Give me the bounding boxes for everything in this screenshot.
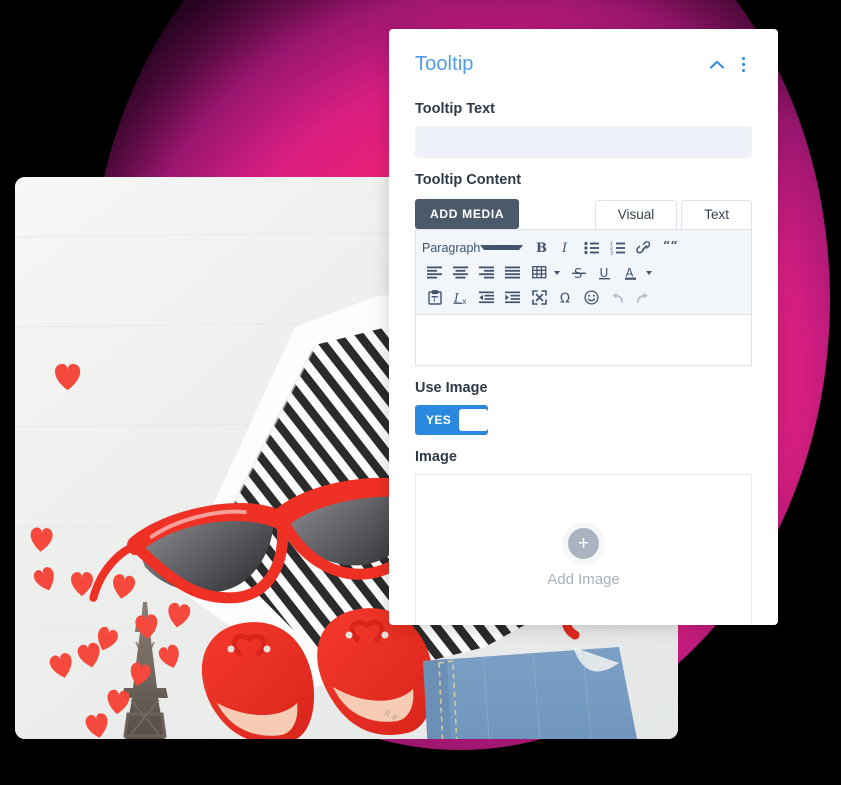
- use-image-toggle-value: YES: [426, 413, 452, 427]
- use-image-label: Use Image: [415, 380, 488, 396]
- fullscreen-icon[interactable]: [526, 286, 552, 310]
- kebab-dots: [741, 56, 745, 72]
- paste-as-text-icon[interactable]: T: [422, 286, 448, 310]
- align-center-icon[interactable]: [448, 261, 474, 285]
- undo-icon[interactable]: [604, 286, 630, 310]
- toolbar-row-3: T I x Ω: [422, 285, 745, 310]
- outdent-icon[interactable]: [474, 286, 500, 310]
- toolbar-row-1: Paragraph B I 1 2 3 ““: [422, 235, 745, 260]
- svg-text:3: 3: [610, 250, 613, 254]
- numbered-list-icon[interactable]: 1 2 3: [605, 236, 631, 260]
- use-image-toggle[interactable]: YES: [415, 405, 488, 435]
- svg-text:B: B: [536, 241, 547, 255]
- tooltip-text-input[interactable]: [415, 126, 752, 158]
- image-uploader[interactable]: + Add Image: [415, 474, 752, 625]
- editor-mode-tabs: Visual Text: [594, 200, 752, 229]
- tooltip-settings-panel: Tooltip Tooltip Text Tooltip Content ADD…: [389, 29, 778, 625]
- align-justify-icon[interactable]: [500, 261, 526, 285]
- emoji-icon[interactable]: [578, 286, 604, 310]
- panel-header: Tooltip: [389, 29, 778, 87]
- bulleted-list-icon[interactable]: [579, 236, 605, 260]
- indent-icon[interactable]: [500, 286, 526, 310]
- align-left-icon[interactable]: [422, 261, 448, 285]
- special-character-icon[interactable]: Ω: [552, 286, 578, 310]
- kebab-menu-icon[interactable]: [730, 51, 756, 77]
- editor-content-area[interactable]: [415, 314, 752, 366]
- chevron-up-glyph: [710, 60, 724, 68]
- strikethrough-icon[interactable]: S: [566, 261, 592, 285]
- blockquote-icon[interactable]: ““: [657, 236, 683, 260]
- plus-circle-icon: +: [568, 527, 599, 559]
- chevron-down-icon: [480, 245, 523, 250]
- svg-text:x: x: [462, 297, 467, 305]
- add-image-label: Add Image: [547, 570, 620, 588]
- format-select[interactable]: Paragraph: [422, 236, 527, 259]
- clear-formatting-icon[interactable]: I x: [448, 286, 474, 310]
- tooltip-content-label: Tooltip Content: [415, 172, 522, 188]
- tooltip-text-label: Tooltip Text: [415, 101, 496, 117]
- svg-text:““: ““: [663, 241, 678, 254]
- italic-icon[interactable]: I: [553, 236, 579, 260]
- redo-icon[interactable]: [630, 286, 656, 310]
- toggle-knob: [459, 409, 488, 431]
- tab-visual[interactable]: Visual: [594, 200, 678, 229]
- text-color-icon[interactable]: A: [618, 261, 644, 285]
- page-title: Tooltip: [415, 52, 474, 75]
- svg-text:A: A: [626, 266, 634, 280]
- table-dropdown-icon[interactable]: [552, 261, 566, 285]
- editor-toolbar: Paragraph B I 1 2 3 ““ S U A T I x Ω: [415, 229, 752, 314]
- text-color-dropdown-icon[interactable]: [644, 261, 658, 285]
- format-select-value: Paragraph: [422, 240, 481, 255]
- bold-icon[interactable]: B: [527, 236, 553, 260]
- align-right-icon[interactable]: [474, 261, 500, 285]
- image-label: Image: [415, 449, 457, 465]
- svg-text:U: U: [600, 266, 609, 280]
- tab-text[interactable]: Text: [681, 200, 752, 229]
- svg-text:Ω: Ω: [560, 292, 570, 306]
- chevron-up-icon[interactable]: [704, 51, 730, 77]
- add-media-button[interactable]: ADD MEDIA: [415, 199, 520, 229]
- svg-text:T: T: [431, 295, 437, 304]
- toolbar-row-2: S U A: [422, 260, 745, 285]
- underline-icon[interactable]: U: [592, 261, 618, 285]
- table-icon[interactable]: [526, 261, 552, 285]
- link-icon[interactable]: [631, 236, 657, 260]
- svg-text:I: I: [561, 241, 568, 255]
- editor-header: ADD MEDIA Visual Text: [415, 197, 752, 229]
